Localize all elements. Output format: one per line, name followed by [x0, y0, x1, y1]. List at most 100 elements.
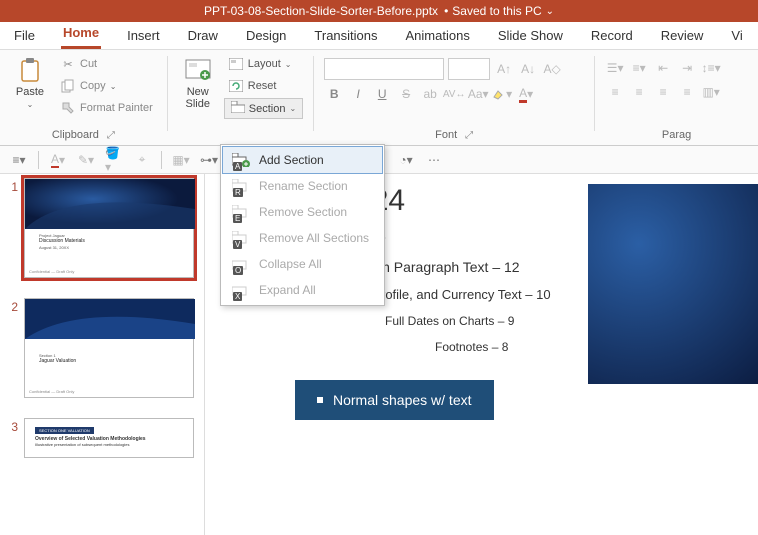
slide-thumbnail-2[interactable]: Section 1 Jaguar Valuation Confidential … [24, 298, 194, 398]
t1-footer: Confidential — Draft Only [29, 269, 74, 274]
align-left-button[interactable]: ≡ [605, 82, 625, 102]
section-icon [231, 101, 245, 116]
slide-number: 2 [4, 298, 18, 398]
slide-number: 3 [4, 418, 18, 458]
char-spacing-button[interactable]: AV↔ [444, 84, 464, 104]
thumbnail-pane[interactable]: 1 Project Jaguar Discussion Materials Au… [0, 174, 205, 535]
strike-button[interactable]: S [396, 84, 416, 104]
increase-indent-button[interactable]: ⇥ [677, 58, 697, 78]
font-size-select[interactable] [448, 58, 490, 80]
slide-thumbnail-3[interactable]: SECTION ONE VALUATION Overview of Select… [24, 418, 194, 458]
new-slide-label: New Slide [186, 86, 210, 110]
justify-button[interactable]: ≡ [677, 82, 697, 102]
menu-add-section[interactable]: A Add Section [223, 147, 382, 173]
underline-button[interactable]: U [372, 84, 392, 104]
shadow-button[interactable]: ab [420, 84, 440, 104]
shape-icon[interactable]: ◔▾ [397, 151, 415, 169]
font-color-icon[interactable]: A▾ [49, 151, 67, 169]
tab-slideshow[interactable]: Slide Show [496, 22, 565, 49]
t1-line3: August 31, 20XX [39, 245, 85, 250]
thumbnail-item[interactable]: 2 Section 1 Jaguar Valuation Confidentia… [4, 298, 196, 398]
tab-home[interactable]: Home [61, 19, 101, 49]
dialog-launcher-icon[interactable]: ⤢ [107, 130, 115, 141]
layout-icon [228, 56, 244, 72]
line-spacing-button[interactable]: ↕≡▾ [701, 58, 721, 78]
menu-label: Remove Section [259, 205, 347, 219]
tab-insert[interactable]: Insert [125, 22, 162, 49]
increase-font-icon[interactable]: A↑ [494, 59, 514, 79]
chevron-down-icon[interactable]: ⌄ [546, 6, 554, 17]
copy-button[interactable]: Copy ⌄ [56, 76, 157, 96]
chevron-down-icon: ⌄ [110, 82, 117, 91]
format-painter-button[interactable]: Format Painter [56, 98, 157, 118]
highlight-button[interactable]: ▾ [492, 84, 512, 104]
rename-section-icon: R [231, 178, 251, 194]
align-center-button[interactable]: ≡ [629, 82, 649, 102]
clear-format-icon[interactable]: A◇ [542, 59, 562, 79]
paste-button[interactable]: Paste ⌄ [10, 54, 50, 111]
layout-label: Layout [248, 58, 281, 70]
section-label: Section [249, 103, 286, 115]
save-status[interactable]: Saved to this PC [452, 4, 541, 18]
align-left-icon[interactable]: ≡▾ [10, 151, 28, 169]
group-font: A↑ A↓ A◇ B I U S ab AV↔ Aa▾ ▾ A▾ Font ⤢ [314, 50, 594, 145]
section-button[interactable]: Section ⌄ [224, 98, 303, 119]
copy-label: Copy [80, 80, 106, 92]
tab-draw[interactable]: Draw [186, 22, 220, 49]
key-hint: X [233, 292, 242, 301]
thumbnail-item[interactable]: 3 SECTION ONE VALUATION Overview of Sele… [4, 418, 196, 458]
change-case-button[interactable]: Aa▾ [468, 84, 488, 104]
tab-transitions[interactable]: Transitions [312, 22, 379, 49]
remove-all-icon: V [231, 230, 251, 246]
connector-icon[interactable]: ⊶▾ [200, 151, 218, 169]
highlight-icon[interactable]: ✎▾ [77, 151, 95, 169]
menu-remove-section: E Remove Section [223, 199, 382, 225]
document-filename: PPT-03-08-Section-Slide-Sorter-Before.pp… [204, 4, 438, 18]
collapse-icon: O [231, 256, 251, 272]
slide-thumbnail-1[interactable]: Project Jaguar Discussion Materials Augu… [24, 178, 194, 278]
overflow-icon[interactable]: ⋯ [425, 151, 443, 169]
font-color-button[interactable]: A▾ [516, 84, 536, 104]
menu-expand-all: X Expand All [223, 277, 382, 303]
menu-label: Rename Section [259, 179, 348, 193]
dialog-launcher-icon[interactable]: ⤢ [465, 130, 473, 141]
table-icon[interactable]: ▦▾ [172, 151, 190, 169]
paintbrush-icon [60, 100, 76, 116]
tab-design[interactable]: Design [244, 22, 288, 49]
new-slide-button[interactable]: New Slide [178, 54, 218, 112]
tab-file[interactable]: File [12, 22, 37, 49]
align-right-button[interactable]: ≡ [653, 82, 673, 102]
italic-button[interactable]: I [348, 84, 368, 104]
decrease-font-icon[interactable]: A↓ [518, 59, 538, 79]
eyedropper-icon[interactable]: ⌖ [133, 151, 151, 169]
menu-label: Remove All Sections [259, 231, 369, 245]
paragraph-group-label: Parag [662, 129, 691, 141]
reset-label: Reset [248, 80, 277, 92]
shape-fill-icon[interactable]: 🪣▾ [105, 151, 123, 169]
font-family-select[interactable] [324, 58, 444, 80]
bullets-button[interactable]: ☰▾ [605, 58, 625, 78]
tab-view[interactable]: Vi [729, 22, 744, 49]
shape-normal-text[interactable]: Normal shapes w/ text [295, 380, 494, 420]
tab-animations[interactable]: Animations [404, 22, 472, 49]
columns-button[interactable]: ▥▾ [701, 82, 721, 102]
numbering-button[interactable]: ≡▾ [629, 58, 649, 78]
bullet-icon [317, 397, 323, 403]
cut-button[interactable]: ✂ Cut [56, 54, 157, 74]
font-group-label: Font [435, 129, 457, 141]
menu-label: Add Section [259, 153, 324, 167]
t3-sub: Illustrative presentation of subsequent … [35, 442, 130, 447]
new-slide-icon [184, 56, 212, 84]
chevron-down-icon: ⌄ [289, 104, 296, 113]
bold-button[interactable]: B [324, 84, 344, 104]
tab-record[interactable]: Record [589, 22, 635, 49]
tab-review[interactable]: Review [659, 22, 706, 49]
layout-button[interactable]: Layout ⌄ [224, 54, 303, 74]
reset-button[interactable]: Reset [224, 76, 303, 96]
menu-collapse-all: O Collapse All [223, 251, 382, 277]
decrease-indent-button[interactable]: ⇤ [653, 58, 673, 78]
section-menu: A Add Section R Rename Section E Remove … [220, 144, 385, 306]
t2-line2: Jaguar Valuation [39, 358, 76, 364]
menu-rename-section: R Rename Section [223, 173, 382, 199]
thumbnail-item[interactable]: 1 Project Jaguar Discussion Materials Au… [4, 178, 196, 278]
